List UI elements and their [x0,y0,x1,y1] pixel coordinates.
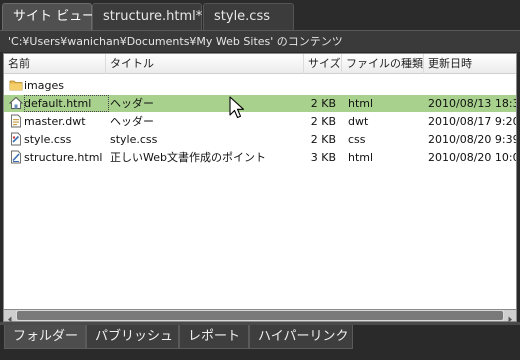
file-name: images [24,79,64,92]
file-list-panel: 名前 タイトル サイズ ファイルの種類 更新日時 images default.… [3,53,517,310]
file-title: 正しいWeb文書作成のポイント [110,151,266,164]
scroll-left-button[interactable] [4,310,16,323]
column-header-title[interactable]: タイトル [106,54,304,74]
tab-style-css[interactable]: style.css [203,3,294,30]
list-item[interactable]: master.dwt ヘッダー 2 KB dwt 2010/08/17 9:20 [4,113,516,130]
tab-folders[interactable]: フォルダー [4,325,86,349]
file-size: 3 KB [310,151,336,164]
file-name: default.html [24,95,109,112]
css-file-icon [11,132,21,146]
scroll-right-button[interactable] [504,310,516,323]
column-header: 名前 タイトル サイズ ファイルの種類 更新日時 [4,54,516,74]
tab-structure-html[interactable]: structure.html* [92,3,202,30]
file-date: 2010/08/17 9:20 [428,115,517,128]
file-date [428,77,516,94]
column-header-type[interactable]: ファイルの種類 [342,54,424,74]
template-file-icon [11,114,21,128]
list-item-selected[interactable]: default.html ヘッダー 2 KB html 2010/08/13 1… [4,95,516,112]
column-header-name[interactable]: 名前 [4,54,106,74]
view-tab-bar: フォルダー パブリッシュ レポート ハイパーリンク [0,322,520,360]
list-item[interactable]: images [4,77,516,94]
list-item[interactable]: structure.html 正しいWeb文書作成のポイント 3 KB html… [4,149,516,166]
file-size: 2 KB [310,133,336,146]
scrollbar-thumb[interactable] [17,311,503,320]
mouse-pointer-icon [229,96,245,119]
html-file-icon [11,150,21,164]
tab-reports[interactable]: レポート [179,325,249,349]
tab-site-view[interactable]: サイト ビュー [2,3,95,30]
file-title: style.css [110,133,158,146]
file-type: html [348,151,374,164]
file-size: 2 KB [310,115,336,128]
file-type [348,77,428,94]
file-title [110,77,305,94]
file-name: style.css [24,133,72,146]
column-header-size[interactable]: サイズ [304,54,342,74]
file-date: 2010/08/13 18:37 [428,97,517,110]
file-date: 2010/08/20 10:00 [428,151,517,164]
folder-path-label: 'C:¥Users¥wanichan¥Documents¥My Web Site… [0,30,520,52]
file-size: 2 KB [310,97,336,110]
file-type: html [348,97,374,110]
list-item[interactable]: style.css style.css 2 KB css 2010/08/20 … [4,131,516,148]
column-header-date[interactable]: 更新日時 [424,54,516,74]
home-page-icon [9,96,23,109]
file-name: structure.html [24,151,103,164]
file-title: ヘッダー [110,115,154,128]
file-title: ヘッダー [110,97,154,110]
file-name: master.dwt [24,115,86,128]
editor-tab-bar: サイト ビュー structure.html* style.css [0,0,520,30]
file-type: dwt [348,115,369,128]
horizontal-scrollbar[interactable] [3,310,517,323]
folder-icon [9,80,23,91]
file-size [306,77,336,94]
file-type: css [348,133,366,146]
tab-publish[interactable]: パブリッシュ [86,325,179,349]
tab-hyperlinks[interactable]: ハイパーリンク [249,325,353,349]
file-date: 2010/08/20 9:39 [428,133,517,146]
